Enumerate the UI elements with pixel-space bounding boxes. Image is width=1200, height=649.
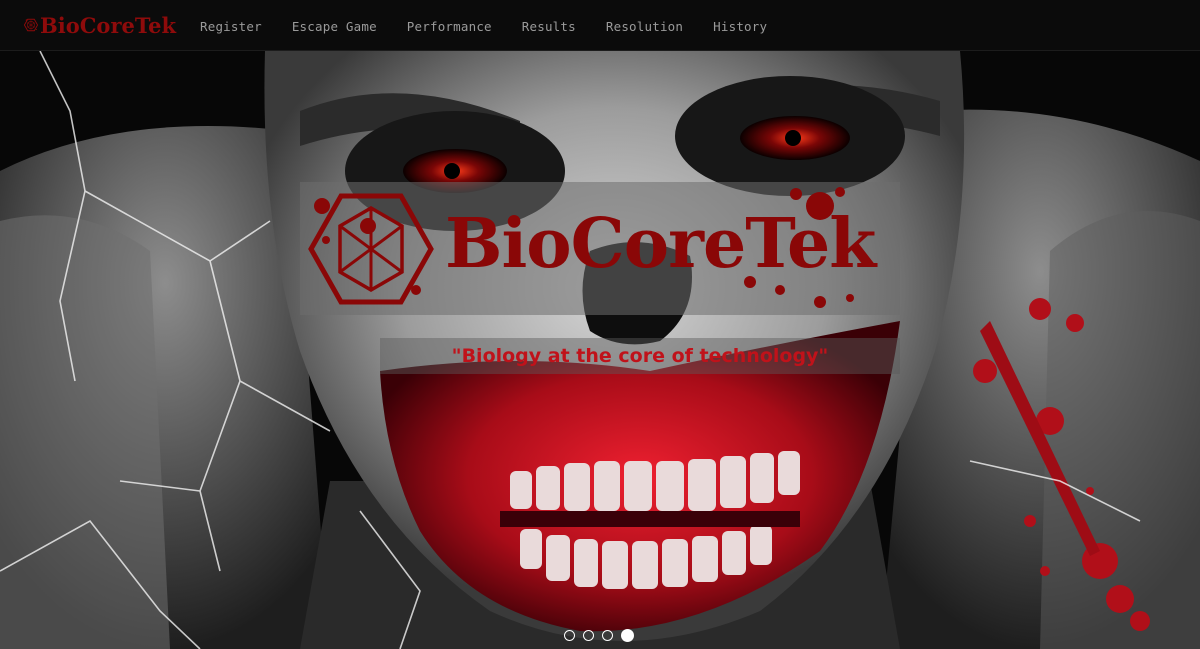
nav-link-results[interactable]: Results	[522, 19, 576, 34]
carousel-indicator-2[interactable]	[583, 630, 594, 641]
brand-logo-link[interactable]: BioCoreTek	[24, 8, 176, 42]
nav-link-register[interactable]: Register	[200, 19, 262, 34]
blood-splatter-icon	[744, 187, 854, 308]
carousel-indicator-1[interactable]	[564, 630, 575, 641]
hexagon-cube-logo-icon	[308, 193, 434, 305]
carousel-indicators	[564, 629, 634, 642]
hero-title-banner: BioCoreTek	[300, 182, 900, 315]
hexagon-cube-logo-icon	[24, 18, 38, 32]
nav-link-history[interactable]: History	[713, 19, 767, 34]
nav-link-escape-game[interactable]: Escape Game	[292, 19, 377, 34]
carousel-indicator-4[interactable]	[621, 629, 634, 642]
carousel-indicator-3[interactable]	[602, 630, 613, 641]
nav-link-resolution[interactable]: Resolution	[606, 19, 683, 34]
hero-tagline: "Biology at the core of technology"	[451, 345, 829, 367]
brand-name: BioCoreTek	[39, 12, 176, 38]
main-nav: Register Escape Game Performance Results…	[200, 0, 797, 50]
nav-link-performance[interactable]: Performance	[407, 19, 492, 34]
hero-tagline-banner: "Biology at the core of technology"	[380, 338, 900, 374]
hero-carousel: BioCoreTek "Biology at the core of techn…	[0, 51, 1200, 649]
top-navbar: BioCoreTek Register Escape Game Performa…	[0, 0, 1200, 51]
